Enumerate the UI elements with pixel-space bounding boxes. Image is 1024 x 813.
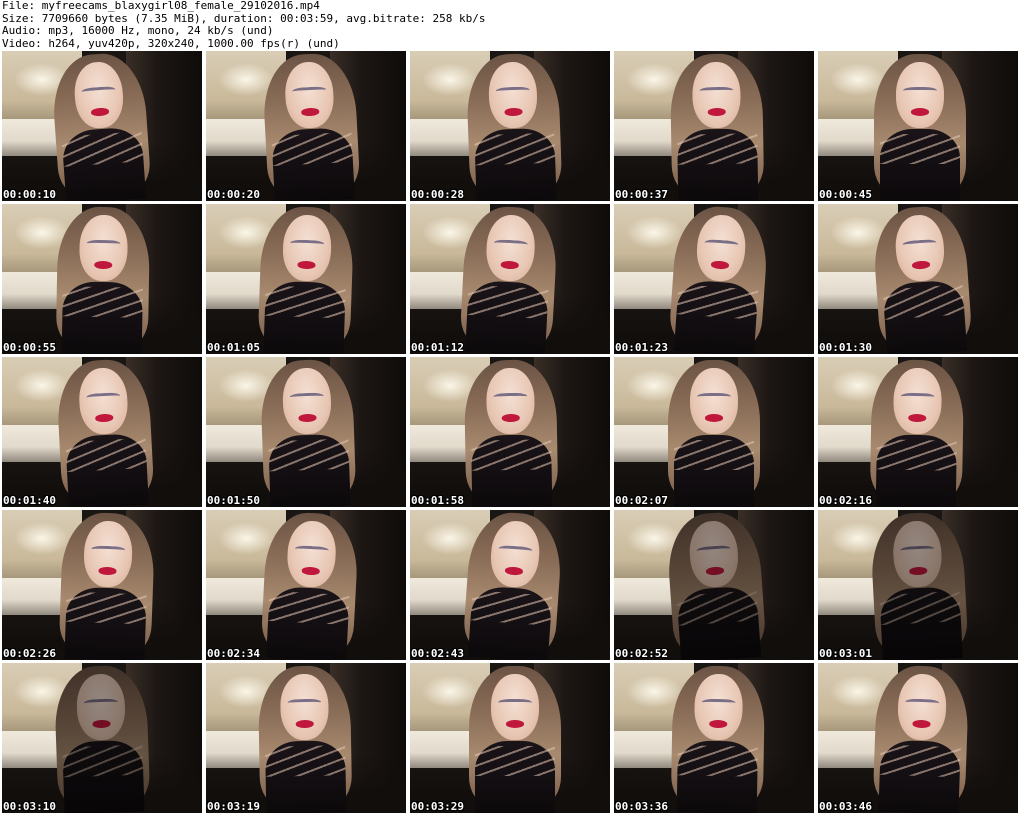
thumbnail-timestamp: 00:00:20 [207, 188, 260, 201]
person-figure [465, 51, 563, 201]
thumbnail-timestamp: 00:00:55 [3, 341, 56, 354]
person-figure [261, 51, 361, 201]
person-figure [50, 51, 152, 201]
person-figure [462, 510, 564, 660]
file-info-header: File: myfreecams_blaxygirl08_female_2910… [2, 0, 1022, 50]
person-figure [463, 357, 559, 507]
video-thumbnail: 00:00:28 [410, 51, 610, 201]
person-figure [872, 663, 970, 813]
thumbnail-timestamp: 00:01:23 [615, 341, 668, 354]
person-figure [469, 663, 561, 813]
thumbnail-timestamp: 00:00:45 [819, 188, 872, 201]
thumbnail-timestamp: 00:02:16 [819, 494, 872, 507]
video-thumbnail: 00:01:50 [206, 357, 406, 507]
thumbnail-timestamp: 00:01:12 [411, 341, 464, 354]
video-info-line: Video: h264, yuv420p, 320x240, 1000.00 f… [2, 36, 340, 50]
thumbnail-timestamp: 00:00:10 [3, 188, 56, 201]
video-thumbnail: 00:01:23 [614, 204, 814, 354]
video-thumbnail: 00:01:40 [2, 357, 202, 507]
person-figure [459, 204, 559, 354]
video-thumbnail: 00:02:43 [410, 510, 610, 660]
person-figure [871, 204, 973, 354]
video-thumbnail: 00:03:36 [614, 663, 814, 813]
thumbnail-timestamp: 00:01:50 [207, 494, 260, 507]
person-figure [668, 204, 770, 354]
thumbnail-timestamp: 00:03:36 [615, 800, 668, 813]
video-thumbnail: 00:01:05 [206, 204, 406, 354]
person-figure [259, 357, 357, 507]
video-thumbnail: 00:03:10 [2, 663, 202, 813]
video-thumbnail: 00:03:46 [818, 663, 1018, 813]
person-figure [260, 510, 360, 660]
thumbnail-timestamp: 00:02:34 [207, 647, 260, 660]
video-thumbnail: 00:02:34 [206, 510, 406, 660]
video-thumbnail: 00:01:30 [818, 204, 1018, 354]
person-figure [55, 357, 155, 507]
thumbnail-timestamp: 00:03:19 [207, 800, 260, 813]
person-figure [869, 357, 965, 507]
video-thumbnail: 00:02:16 [818, 357, 1018, 507]
thumbnail-timestamp: 00:03:10 [3, 800, 56, 813]
person-figure [670, 663, 766, 813]
video-thumbnail: 00:00:55 [2, 204, 202, 354]
video-thumbnail: 00:03:29 [410, 663, 610, 813]
video-thumbnail: 00:00:10 [2, 51, 202, 201]
thumbnail-timestamp: 00:01:05 [207, 341, 260, 354]
thumbnail-timestamp: 00:02:52 [615, 647, 668, 660]
video-thumbnail: 00:00:45 [818, 51, 1018, 201]
thumbnail-timestamp: 00:02:07 [615, 494, 668, 507]
thumbnail-timestamp: 00:03:46 [819, 800, 872, 813]
thumbnail-timestamp: 00:01:30 [819, 341, 872, 354]
thumbnail-timestamp: 00:01:40 [3, 494, 56, 507]
video-thumbnail: 00:02:52 [614, 510, 814, 660]
thumbnail-timestamp: 00:03:01 [819, 647, 872, 660]
person-figure [669, 51, 765, 201]
thumbnail-timestamp: 00:03:29 [411, 800, 464, 813]
person-figure [58, 510, 156, 660]
person-figure [257, 204, 355, 354]
thumbnail-timestamp: 00:02:26 [3, 647, 56, 660]
video-thumbnail: 00:03:01 [818, 510, 1018, 660]
video-thumbnail: 00:01:58 [410, 357, 610, 507]
video-thumbnail: 00:02:07 [614, 357, 814, 507]
video-thumbnail: 00:01:12 [410, 204, 610, 354]
thumbnail-grid: 00:00:10 00:00:20 00:00:28 00:00:37 00:00:45… [2, 51, 1022, 813]
thumbnail-timestamp: 00:00:28 [411, 188, 464, 201]
person-figure [53, 663, 151, 813]
video-thumbnail: 00:02:26 [2, 510, 202, 660]
thumbnail-timestamp: 00:02:43 [411, 647, 464, 660]
video-thumbnail: 00:03:19 [206, 663, 406, 813]
person-figure [869, 510, 969, 660]
person-figure [55, 204, 151, 354]
thumbnail-timestamp: 00:00:37 [615, 188, 668, 201]
thumbnail-timestamp: 00:01:58 [411, 494, 464, 507]
file-name-line: File: myfreecams_blaxygirl08_female_2910… [2, 0, 320, 12]
person-figure [665, 510, 767, 660]
person-figure [668, 357, 760, 507]
person-figure [257, 663, 353, 813]
person-figure [874, 51, 966, 201]
video-thumbnail: 00:00:37 [614, 51, 814, 201]
audio-info-line: Audio: mp3, 16000 Hz, mono, 24 kb/s (und… [2, 24, 274, 37]
video-thumbnail: 00:00:20 [206, 51, 406, 201]
